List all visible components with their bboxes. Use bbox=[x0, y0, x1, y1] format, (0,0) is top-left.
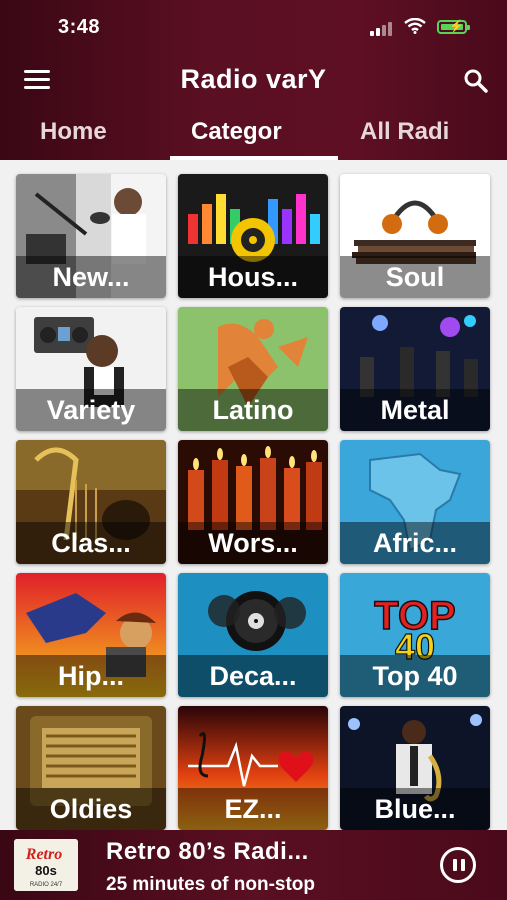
category-tile-variety[interactable]: Variety bbox=[16, 307, 166, 431]
category-label: Latino bbox=[178, 389, 328, 431]
now-playing-bar[interactable]: Retro 80s RADIO 24/7 Retro 80’s Radi... … bbox=[0, 830, 507, 900]
tab-bar: Home Categor All Radi bbox=[0, 118, 507, 160]
category-tile-soul[interactable]: Soul bbox=[340, 174, 490, 298]
tab-home[interactable]: Home bbox=[40, 118, 107, 146]
tab-categories[interactable]: Categor bbox=[191, 118, 282, 146]
pause-icon bbox=[453, 859, 457, 871]
status-bar: 3:48 ⚡ bbox=[0, 14, 507, 44]
category-tile-oldies[interactable]: Oldies bbox=[16, 706, 166, 830]
category-tile-classical[interactable]: Clas... bbox=[16, 440, 166, 564]
category-label: Wors... bbox=[178, 522, 328, 564]
wifi-icon bbox=[404, 17, 426, 39]
category-label: Hip... bbox=[16, 655, 166, 697]
category-label: Top 40 bbox=[340, 655, 490, 697]
category-label: Hous... bbox=[178, 256, 328, 298]
now-playing-subtitle: 25 minutes of non-stop bbox=[106, 874, 315, 895]
category-label: New... bbox=[16, 256, 166, 298]
category-label: Soul bbox=[340, 256, 490, 298]
category-grid: New... Hous... Soul Variety Latino Metal… bbox=[0, 160, 507, 830]
app-title: Radio varY bbox=[180, 64, 327, 94]
category-label: Oldies bbox=[16, 788, 166, 830]
battery-icon: ⚡ bbox=[437, 19, 470, 34]
station-logo-number: 80s bbox=[35, 863, 57, 878]
category-label: Deca... bbox=[178, 655, 328, 697]
signal-icon bbox=[370, 20, 396, 36]
now-playing-title: Retro 80’s Radi... bbox=[106, 838, 309, 865]
category-tile-house[interactable]: Hous... bbox=[178, 174, 328, 298]
category-tile-top40[interactable]: TOP 40 Top 40 bbox=[340, 573, 490, 697]
category-label: Variety bbox=[16, 389, 166, 431]
station-logo: Retro 80s RADIO 24/7 bbox=[14, 839, 78, 891]
category-tile-news[interactable]: New... bbox=[16, 174, 166, 298]
category-tile-easy-listening[interactable]: EZ... bbox=[178, 706, 328, 830]
category-label: Blue... bbox=[340, 788, 490, 830]
search-icon[interactable] bbox=[463, 68, 489, 94]
tab-all-radios[interactable]: All Radi bbox=[360, 118, 449, 146]
category-tile-decades[interactable]: Deca... bbox=[178, 573, 328, 697]
category-tile-metal[interactable]: Metal bbox=[340, 307, 490, 431]
status-time: 3:48 bbox=[58, 16, 101, 38]
category-label: Clas... bbox=[16, 522, 166, 564]
category-tile-african[interactable]: Afric... bbox=[340, 440, 490, 564]
pause-button[interactable] bbox=[440, 847, 476, 883]
category-tile-latino[interactable]: Latino bbox=[178, 307, 328, 431]
category-label: Metal bbox=[340, 389, 490, 431]
category-tile-blues[interactable]: Blue... bbox=[340, 706, 490, 830]
category-label: Afric... bbox=[340, 522, 490, 564]
app-header: 3:48 ⚡ Radio varY Home Categor All Radi bbox=[0, 0, 507, 160]
category-label: EZ... bbox=[178, 788, 328, 830]
station-logo-name: Retro bbox=[25, 846, 62, 863]
category-tile-worship[interactable]: Wors... bbox=[178, 440, 328, 564]
station-logo-tagline: RADIO 24/7 bbox=[30, 882, 63, 888]
category-tile-hiphop[interactable]: Hip... bbox=[16, 573, 166, 697]
